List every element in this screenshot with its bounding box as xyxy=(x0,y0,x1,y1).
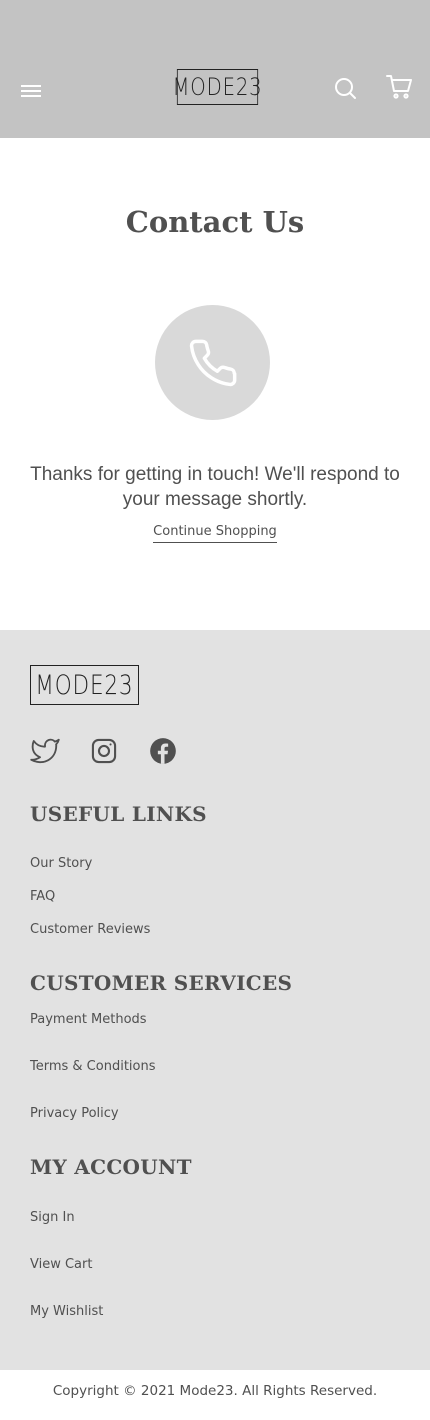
cart-icon[interactable] xyxy=(386,74,412,100)
footer-link-faq[interactable]: FAQ xyxy=(30,889,55,904)
site-footer: MODE23 USEFUL LINKS Our Story FAQ Custom… xyxy=(0,630,430,1370)
continue-shopping-link[interactable]: Continue Shopping xyxy=(153,524,277,543)
footer-logo[interactable]: MODE23 xyxy=(30,665,139,705)
page-title: Contact Us xyxy=(125,205,305,239)
confirmation-message: Thanks for getting in touch! We'll respo… xyxy=(30,464,400,510)
customer-services-heading: CUSTOMER SERVICES xyxy=(30,971,293,995)
header-logo[interactable]: MODE23 xyxy=(172,69,262,105)
footer-link-privacy-policy[interactable]: Privacy Policy xyxy=(30,1106,119,1121)
continue-shopping-wrap: Continue Shopping xyxy=(0,522,430,543)
search-icon[interactable] xyxy=(333,76,357,100)
copyright-text: Copyright © 2021 Mode23. All Rights Rese… xyxy=(52,1383,378,1399)
footer-link-my-wishlist[interactable]: My Wishlist xyxy=(30,1304,103,1319)
phone-icon xyxy=(189,339,236,386)
footer-link-our-story[interactable]: Our Story xyxy=(30,856,92,871)
my-account-heading: MY ACCOUNT xyxy=(30,1155,192,1179)
instagram-icon[interactable] xyxy=(90,737,118,765)
footer-logo-text: MODE23 xyxy=(35,669,134,701)
useful-links-heading: USEFUL LINKS xyxy=(30,802,207,826)
footer-link-sign-in[interactable]: Sign In xyxy=(30,1210,75,1225)
twitter-icon[interactable] xyxy=(30,736,60,766)
hamburger-menu-icon[interactable] xyxy=(21,85,41,101)
footer-link-payment-methods[interactable]: Payment Methods xyxy=(30,1012,147,1027)
facebook-icon[interactable] xyxy=(149,737,177,765)
phone-icon-badge xyxy=(155,305,270,420)
footer-link-view-cart[interactable]: View Cart xyxy=(30,1257,92,1272)
footer-link-customer-reviews[interactable]: Customer Reviews xyxy=(30,922,150,937)
footer-link-terms-conditions[interactable]: Terms & Conditions xyxy=(30,1059,156,1074)
site-header: MODE23 xyxy=(0,0,430,138)
